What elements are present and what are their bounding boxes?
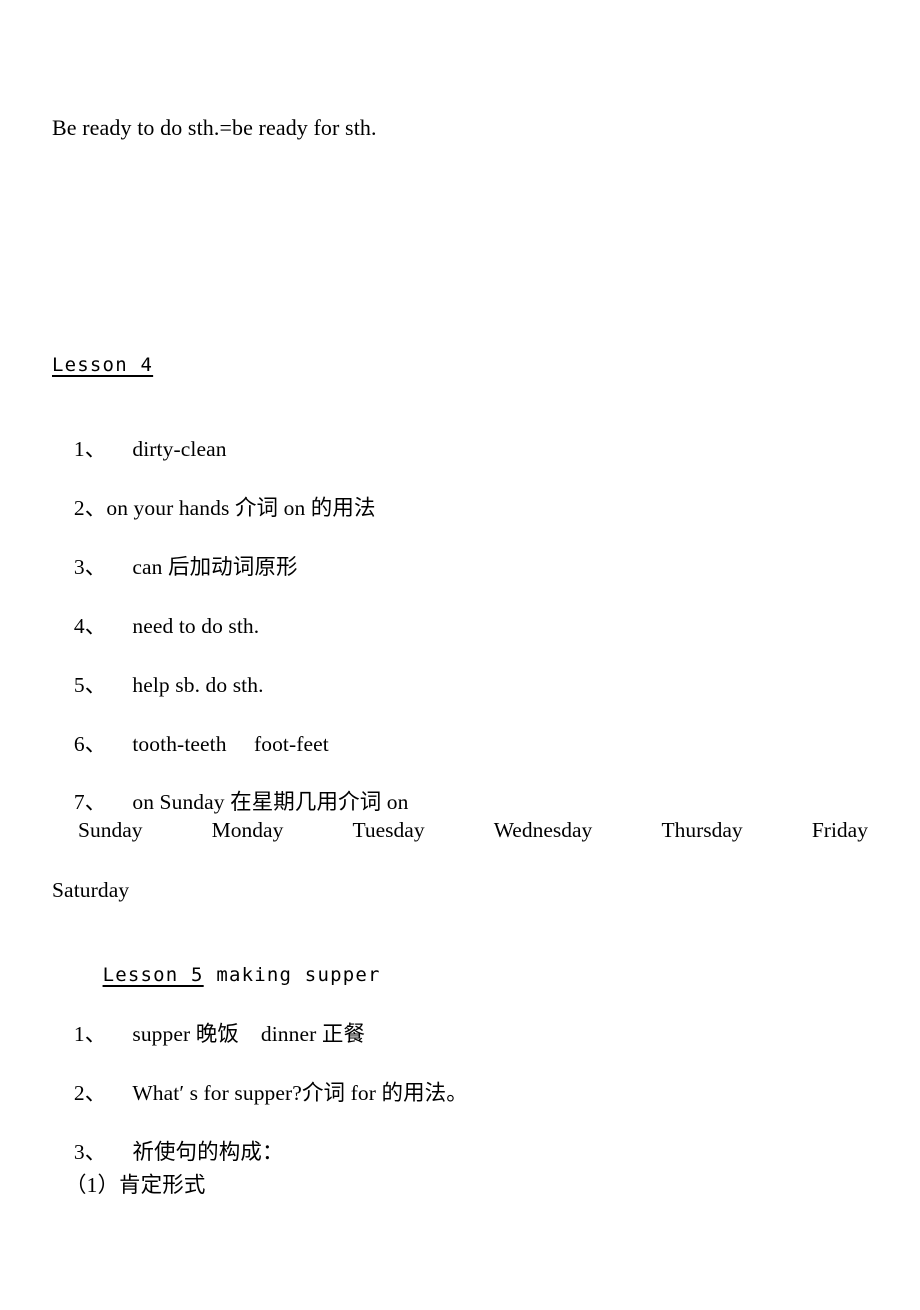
list-text: help sb. do sth.: [132, 673, 264, 697]
weekday-wednesday: Wednesday: [493, 818, 593, 842]
list-number: 3、: [73, 555, 107, 579]
list-number: 7、: [73, 790, 107, 814]
list-text: supper 晚饭 dinner 正餐: [132, 1022, 366, 1046]
lesson-5-sub-item-1: （1）肯定形式: [65, 1173, 206, 1197]
list-text: dirty-clean: [132, 437, 227, 461]
weekday-tuesday: Tuesday: [352, 818, 425, 842]
intro-sentence: Be ready to do sth.=be ready for sth.: [52, 115, 377, 140]
list-text: What′ s for supper?介词 for 的用法。: [132, 1081, 468, 1105]
list-number: 2、: [73, 1081, 107, 1105]
weekday-row: Sunday Monday Tuesday Wednesday Thursday…: [52, 818, 868, 843]
list-number: 3、: [73, 1140, 107, 1164]
lesson-4-heading: Lesson 4: [52, 354, 154, 376]
weekday-thursday: Thursday: [661, 818, 743, 842]
list-text: need to do sth.: [132, 614, 260, 638]
list-number: 1、: [73, 437, 107, 461]
list-number: 6、: [73, 732, 107, 756]
list-number: 2、: [73, 496, 107, 520]
weekday-friday: Friday: [811, 818, 868, 842]
list-number: 5、: [73, 673, 107, 697]
list-number: 1、: [73, 1022, 107, 1046]
list-text: on your hands 介词 on 的用法: [106, 496, 376, 520]
list-text: tooth-teeth foot-feet: [132, 732, 329, 756]
lesson-5-heading-label: Lesson 5: [102, 964, 204, 986]
list-text: on Sunday 在星期几用介词 on: [132, 790, 409, 814]
document-page: Be ready to do sth.=be ready for sth. Le…: [0, 0, 920, 1310]
list-number: 4、: [73, 614, 107, 638]
lesson-5-heading-tail: making supper: [203, 964, 381, 986]
list-text: can 后加动词原形: [132, 555, 298, 579]
weekday-saturday: Saturday: [52, 878, 130, 902]
weekday-sunday: Sunday: [78, 818, 143, 842]
list-text: 祈使句的构成：: [132, 1140, 284, 1164]
weekday-monday: Monday: [211, 818, 284, 842]
